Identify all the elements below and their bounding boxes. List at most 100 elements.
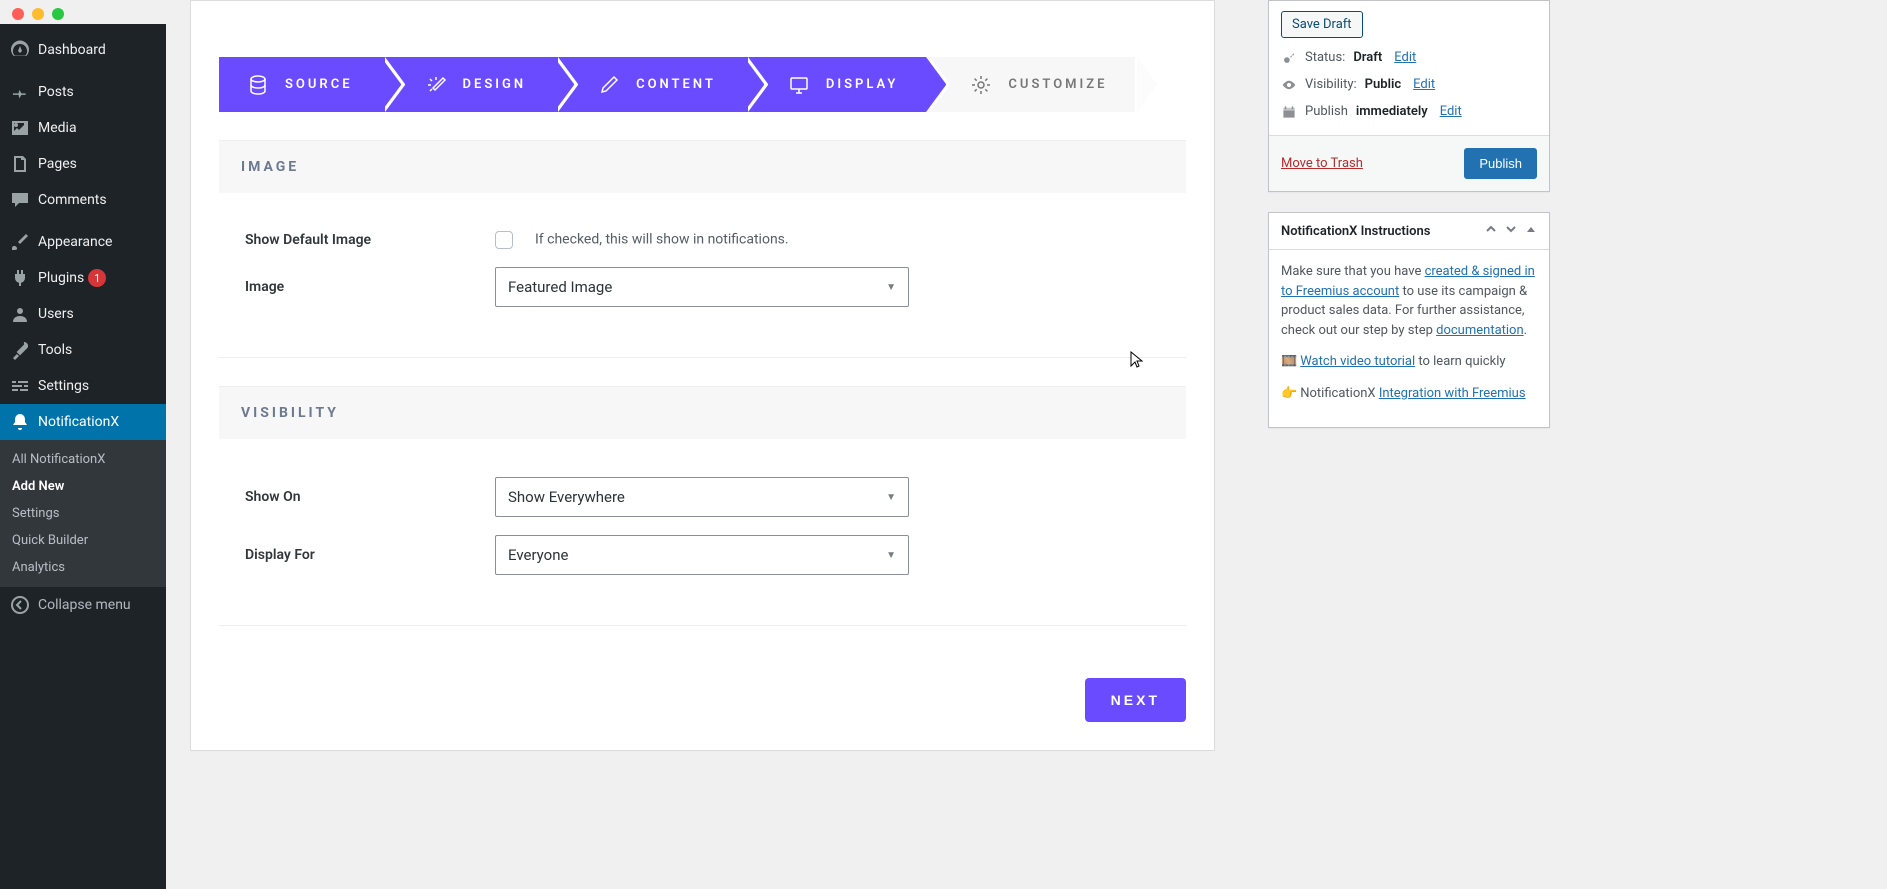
monitor-icon [788,74,810,96]
show-on-value: Show Everywhere [508,488,625,506]
step-label: DESIGN [463,77,527,92]
move-to-trash-link[interactable]: Move to Trash [1281,156,1363,171]
integration-pre: NotificationX [1300,386,1379,401]
chevron-down-icon[interactable] [1505,223,1517,239]
sidebar-item-label: NotificationX [38,414,119,430]
instructions-box: NotificationX Instructions Make sure tha… [1268,212,1550,428]
submenu-add-new[interactable]: Add New [0,473,166,500]
sidebar-item-users[interactable]: Users [0,296,166,332]
mouse-cursor [1130,351,1144,373]
publish-value: immediately [1356,104,1428,119]
step-label: CONTENT [636,77,716,92]
chevron-up-icon[interactable] [1485,223,1497,239]
step-design[interactable]: DESIGN [381,57,555,112]
section-image-title: IMAGE [219,140,1186,193]
sidebar-item-label: Plugins [38,270,84,286]
sidebar-item-dashboard[interactable]: Dashboard [0,32,166,68]
intro-text: Make sure that you have [1281,264,1425,279]
traffic-max[interactable] [52,8,64,20]
sidebar-item-label: Dashboard [38,42,106,58]
sidebar-item-tools[interactable]: Tools [0,332,166,368]
wrench-icon [10,340,30,360]
admin-sidebar: Dashboard Posts Media Pages Comments App… [0,24,166,889]
database-icon [247,74,269,96]
calendar-icon [1281,105,1297,119]
user-icon [10,304,30,324]
media-icon [10,118,30,138]
step-content[interactable]: CONTENT [554,57,744,112]
publish-edit-link[interactable]: Edit [1440,104,1462,119]
plug-icon [10,268,30,288]
show-default-image-hint: If checked, this will show in notificati… [535,231,789,247]
sidebar-item-notificationx[interactable]: NotificationX [0,404,166,440]
right-sidebar: Save Draft Status: DraftEdit Visibility:… [1268,0,1550,448]
pencil-icon [598,74,620,96]
visibility-edit-link[interactable]: Edit [1413,77,1435,92]
step-tabs: SOURCE DESIGN CONTENT DISPLAY CUSTOMIZE [219,57,1214,112]
sidebar-item-comments[interactable]: Comments [0,182,166,218]
traffic-close[interactable] [12,8,24,20]
collapse-icon [10,595,30,615]
sidebar-item-plugins[interactable]: Plugins1 [0,260,166,296]
step-label: DISPLAY [826,77,899,92]
show-default-image-label: Show Default Image [245,232,495,248]
sidebar-item-label: Users [38,306,74,322]
step-label: SOURCE [285,77,353,92]
display-for-select[interactable]: Everyone▼ [495,535,909,575]
chevron-down-icon: ▼ [886,282,896,293]
image-select-value: Featured Image [508,278,612,296]
submenu-quick-builder[interactable]: Quick Builder [0,527,166,554]
publish-button[interactable]: Publish [1464,148,1537,179]
step-display[interactable]: DISPLAY [744,57,927,112]
display-for-label: Display For [245,547,495,563]
chat-icon [10,190,30,210]
publish-box: Save Draft Status: DraftEdit Visibility:… [1268,0,1550,192]
update-badge: 1 [88,269,106,287]
sidebar-item-pages[interactable]: Pages [0,146,166,182]
sidebar-item-label: Appearance [38,234,112,250]
traffic-min[interactable] [32,8,44,20]
sidebar-item-media[interactable]: Media [0,110,166,146]
display-for-value: Everyone [508,546,568,564]
save-draft-button[interactable]: Save Draft [1281,11,1363,38]
submenu-all[interactable]: All NotificationX [0,446,166,473]
eye-icon [1281,78,1297,92]
wand-icon [425,74,447,96]
sidebar-item-appearance[interactable]: Appearance [0,224,166,260]
image-select[interactable]: Featured Image ▼ [495,267,909,307]
collapse-icon[interactable] [1525,223,1537,239]
sidebar-item-posts[interactable]: Posts [0,74,166,110]
documentation-link[interactable]: documentation [1436,323,1524,338]
instructions-title: NotificationX Instructions [1281,224,1430,239]
brush-icon [10,232,30,252]
collapse-label: Collapse menu [38,597,131,613]
sidebar-item-label: Tools [38,342,72,358]
chevron-down-icon: ▼ [886,492,896,503]
point-icon: 👉 [1281,384,1297,404]
visibility-label: Visibility: [1305,77,1357,92]
sidebar-item-label: Comments [38,192,107,208]
status-edit-link[interactable]: Edit [1394,50,1416,65]
submenu-analytics[interactable]: Analytics [0,554,166,581]
section-visibility-title: VISIBILITY [219,386,1186,439]
video-tutorial-link[interactable]: Watch video tutorial [1300,354,1415,369]
show-on-select[interactable]: Show Everywhere ▼ [495,477,909,517]
play-icon: 🎞️ [1281,352,1297,372]
status-label: Status: [1305,50,1345,65]
sidebar-item-label: Media [38,120,77,136]
sidebar-submenu: All NotificationX Add New Settings Quick… [0,440,166,587]
integration-link[interactable]: Integration with Freemius [1379,386,1526,401]
next-button[interactable]: NEXT [1085,678,1186,722]
show-default-image-checkbox[interactable] [495,231,513,249]
submenu-settings[interactable]: Settings [0,500,166,527]
step-customize[interactable]: CUSTOMIZE [926,57,1135,112]
pin-icon [10,82,30,102]
collapse-menu[interactable]: Collapse menu [0,587,166,623]
step-source[interactable]: SOURCE [219,57,381,112]
sidebar-item-settings[interactable]: Settings [0,368,166,404]
sidebar-item-label: Pages [38,156,77,172]
image-label: Image [245,279,495,295]
publish-label: Publish [1305,104,1348,119]
visibility-value: Public [1365,77,1401,92]
key-icon [1281,51,1297,65]
